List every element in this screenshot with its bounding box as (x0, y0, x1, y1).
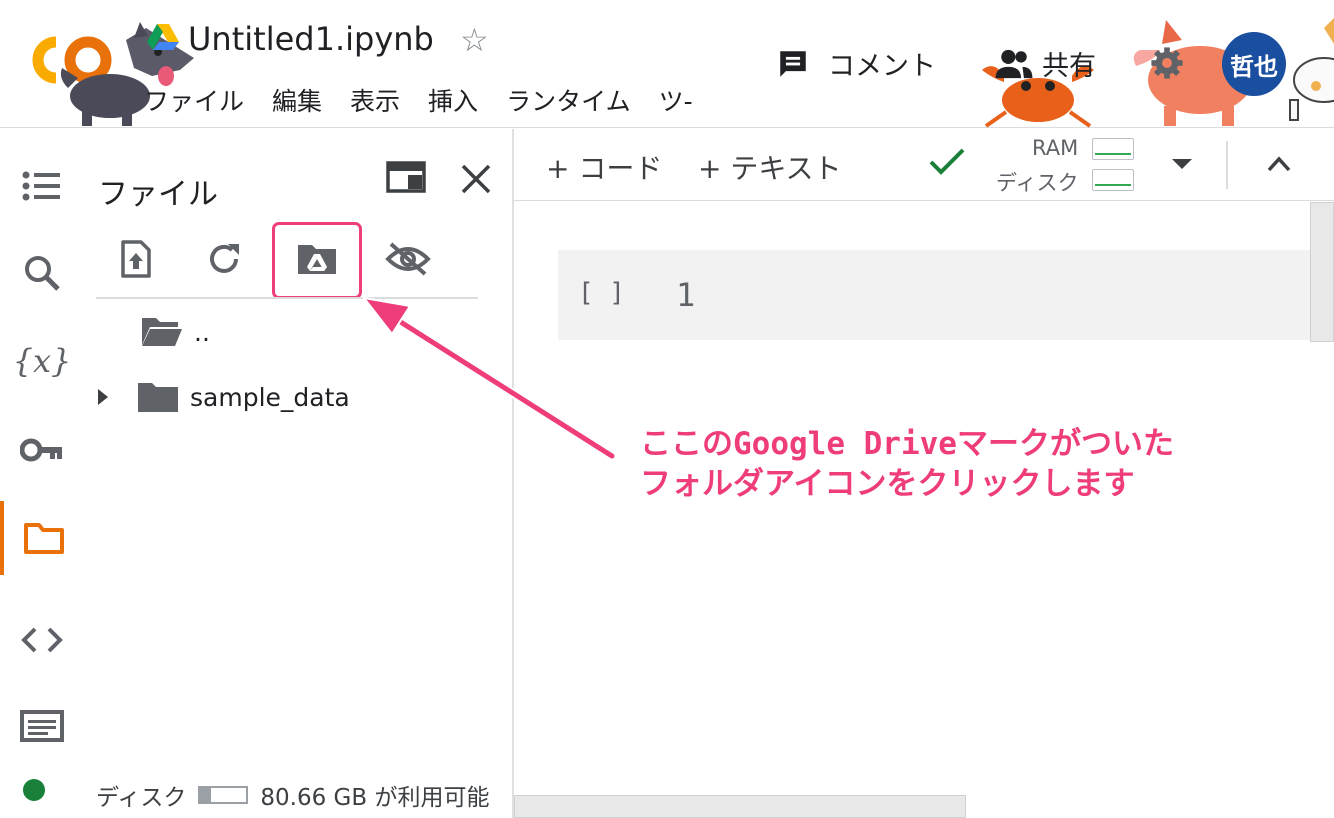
menu-tools[interactable]: ツ- (659, 82, 693, 118)
menu-insert[interactable]: 挿入 (428, 82, 478, 118)
run-cell-button[interactable]: [ ] (578, 278, 625, 308)
share-button[interactable]: 共有 (994, 44, 1096, 83)
chevron-right-icon[interactable] (96, 387, 110, 407)
folder-icon (138, 383, 178, 412)
key-icon (20, 438, 62, 462)
menu-bar: ファイル 編集 表示 挿入 ランタイム ツ- (144, 82, 693, 118)
star-icon[interactable]: ☆ (460, 20, 489, 60)
rail-files-button[interactable] (0, 501, 84, 575)
tree-item-parent[interactable]: .. (140, 315, 210, 349)
share-label: 共有 (1042, 51, 1096, 82)
variables-icon: {x} (12, 342, 72, 380)
caret-down-icon[interactable] (1170, 157, 1194, 171)
left-rail: {x} (0, 129, 84, 818)
header: Untitled1.ipynb ☆ ファイル 編集 表示 挿入 ランタイム ツ-… (0, 0, 1334, 128)
upload-file-icon (121, 240, 151, 278)
hide-icon (385, 242, 431, 276)
annotation-line-1: ここのGoogle Driveマークがついた (640, 426, 1174, 462)
gear-icon[interactable] (1150, 46, 1184, 80)
check-icon[interactable] (928, 147, 966, 177)
ram-meter[interactable] (1092, 138, 1134, 160)
tree-item-label: sample_data (190, 382, 350, 412)
ram-label: RAM (1032, 136, 1079, 160)
comment-button[interactable]: コメント (776, 44, 936, 83)
folder-icon (24, 523, 64, 554)
disk-free-text: 80.66 GB が利用可能 (260, 785, 490, 811)
search-icon (25, 256, 60, 291)
close-icon[interactable] (460, 163, 492, 195)
refresh-button[interactable] (198, 233, 250, 285)
google-drive-icon (147, 24, 179, 50)
toolbar-separator (1226, 141, 1228, 189)
cell-line-number: 1 (676, 276, 696, 314)
disk-label: ディスク (96, 785, 187, 811)
files-panel-title: ファイル (98, 177, 218, 212)
add-text-button[interactable]: + テキスト (698, 147, 842, 187)
people-icon (995, 49, 1033, 78)
disk-usage: ディスク 80.66 GB が利用可能 (96, 778, 489, 812)
toc-icon (22, 171, 60, 201)
refresh-icon (210, 244, 239, 273)
files-panel: ファイル .. sample_data ディスク 80.66 GB が利用可能 (84, 129, 512, 818)
rail-terminal-button[interactable] (0, 689, 84, 763)
code-cell[interactable]: [ ] 1 (558, 250, 1310, 340)
menu-view[interactable]: 表示 (350, 82, 400, 118)
folder-open-icon (142, 318, 182, 346)
cat-mascot-image (1289, 18, 1334, 121)
menu-edit[interactable]: 編集 (272, 82, 322, 118)
tree-item-sample-data[interactable]: sample_data (96, 380, 350, 414)
comment-label: コメント (828, 51, 936, 82)
toolbar-divider (96, 297, 478, 299)
disk-meter[interactable] (1092, 169, 1134, 191)
runtime-status-dot (23, 779, 45, 801)
open-in-tab-icon[interactable] (386, 161, 426, 193)
annotation-text: ここのGoogle Driveマークがついた フォルダアイコンをクリックします (640, 424, 1174, 504)
menu-file[interactable]: ファイル (144, 82, 244, 118)
panel-divider[interactable] (512, 129, 514, 818)
rail-secrets-button[interactable] (0, 413, 84, 487)
disk-usage-bar (198, 786, 249, 804)
highlight-box (272, 222, 362, 299)
show-hidden-button[interactable] (382, 233, 434, 285)
code-icon (21, 627, 63, 653)
vertical-scrollbar[interactable] (1310, 202, 1334, 342)
account-avatar[interactable]: 哲也 (1222, 32, 1286, 96)
horizontal-scrollbar[interactable] (514, 795, 966, 818)
disk-meter-label: ディスク (996, 171, 1079, 195)
rail-code-snippets-button[interactable] (0, 603, 84, 677)
tree-item-label: .. (194, 317, 210, 347)
disk-usage-fill (200, 788, 211, 802)
rail-toc-button[interactable] (0, 149, 84, 223)
terminal-icon (20, 710, 64, 742)
menu-runtime[interactable]: ランタイム (506, 82, 631, 118)
add-code-button[interactable]: + コード (546, 147, 662, 187)
rail-search-button[interactable] (0, 236, 84, 310)
rail-variables-button[interactable]: {x} (0, 324, 84, 398)
chevron-up-icon[interactable] (1266, 155, 1292, 173)
comment-icon (780, 50, 806, 77)
notebook-toolbar: + コード + テキスト RAM ディスク (514, 129, 1334, 201)
notebook-title[interactable]: Untitled1.ipynb (188, 20, 434, 58)
annotation-line-2: フォルダアイコンをクリックします (640, 466, 1135, 502)
upload-button[interactable] (110, 233, 162, 285)
